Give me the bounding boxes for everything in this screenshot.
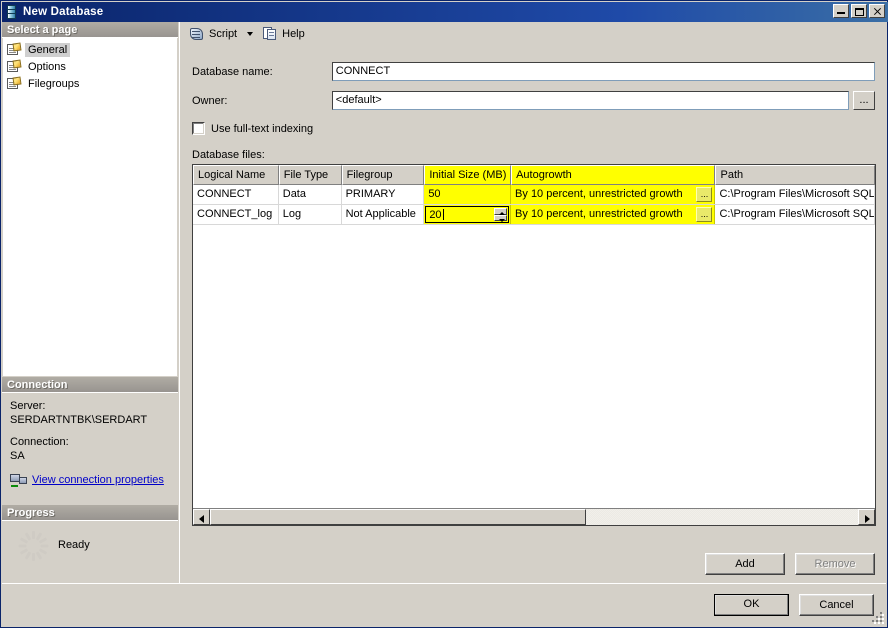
page-icon: [7, 76, 22, 90]
remove-button: Remove: [795, 553, 875, 575]
select-page-header: Select a page: [2, 22, 178, 38]
fulltext-indexing-label: Use full-text indexing: [211, 122, 314, 135]
cell-filegroup[interactable]: PRIMARY: [341, 185, 425, 204]
grid-actions: Add Remove: [705, 553, 875, 575]
table-row[interactable]: CONNECT Data PRIMARY 50 By 10 percent, u…: [193, 185, 875, 205]
database-name-input[interactable]: CONNECT: [331, 62, 875, 81]
window-title: New Database: [23, 6, 104, 18]
help-button[interactable]: Help: [259, 24, 309, 44]
cell-file-type[interactable]: Log: [278, 205, 342, 224]
cell-path[interactable]: C:\Program Files\Microsoft SQL S: [715, 205, 875, 224]
sidebar-item-general[interactable]: General: [5, 41, 177, 58]
add-button[interactable]: Add: [705, 553, 785, 575]
cell-filegroup[interactable]: Not Applicable: [341, 205, 425, 224]
connection-label: Connection:: [10, 436, 69, 448]
server-label: Server:: [10, 400, 46, 412]
resize-grip[interactable]: [870, 610, 884, 624]
column-header-file-type[interactable]: File Type: [278, 165, 342, 185]
scroll-right-icon[interactable]: [858, 509, 875, 525]
page-icon: [7, 42, 22, 56]
left-pane: Select a page General Options Filegroups: [2, 22, 178, 607]
sidebar-item-label: Filegroups: [28, 77, 80, 90]
scrollbar-track[interactable]: [210, 509, 858, 525]
cell-initial-size[interactable]: 50: [424, 185, 512, 204]
sidebar-item-label: Options: [28, 60, 66, 73]
cell-file-type[interactable]: Data: [278, 185, 342, 204]
sidebar-item-label: General: [25, 42, 71, 57]
dialog-footer: OK Cancel: [2, 583, 886, 626]
cell-autogrowth-text: By 10 percent, unrestricted growth: [515, 208, 683, 220]
owner-label: Owner:: [192, 94, 228, 107]
close-button[interactable]: [869, 4, 885, 18]
new-database-dialog: New Database Select a page General Optio…: [0, 0, 888, 628]
cancel-button[interactable]: Cancel: [799, 594, 874, 616]
column-header-autogrowth[interactable]: Autogrowth: [511, 165, 716, 185]
scrollbar-thumb[interactable]: [210, 509, 586, 525]
grid-horizontal-scrollbar[interactable]: [193, 508, 875, 525]
fulltext-indexing-checkbox[interactable]: [192, 122, 205, 135]
table-row[interactable]: CONNECT_log Log Not Applicable 20 By 10 …: [193, 205, 875, 225]
cell-autogrowth-text: By 10 percent, unrestricted growth: [515, 188, 683, 200]
owner-browse-button[interactable]: ...: [853, 91, 875, 110]
cell-logical-name[interactable]: CONNECT: [193, 185, 279, 204]
maximize-button[interactable]: [851, 4, 867, 18]
ok-button[interactable]: OK: [714, 594, 789, 616]
cell-path[interactable]: C:\Program Files\Microsoft SQL S: [715, 185, 875, 204]
grid-header-row: Logical Name File Type Filegroup Initial…: [193, 165, 875, 185]
text-caret: [442, 209, 444, 220]
scroll-left-icon[interactable]: [193, 509, 210, 525]
minimize-button[interactable]: [833, 4, 849, 18]
script-icon: [189, 27, 205, 42]
connection-info: Server: SERDARTNTBK\SERDART Connection: …: [2, 393, 178, 505]
help-label: Help: [282, 28, 305, 40]
fulltext-indexing-row[interactable]: Use full-text indexing: [192, 122, 887, 135]
stepper-down-icon[interactable]: [494, 214, 508, 221]
connection-header: Connection: [2, 377, 178, 393]
view-connection-properties-link[interactable]: View connection properties: [10, 473, 170, 487]
connection-properties-icon: [10, 473, 27, 487]
page-list: General Options Filegroups: [2, 38, 178, 377]
window-controls: [833, 4, 885, 18]
cell-autogrowth[interactable]: By 10 percent, unrestricted growth ...: [511, 205, 716, 224]
column-header-initial-size[interactable]: Initial Size (MB): [424, 165, 512, 185]
progress-status: Ready: [58, 539, 90, 551]
initial-size-value: 20: [429, 209, 442, 221]
database-files-grid: Logical Name File Type Filegroup Initial…: [192, 164, 876, 526]
script-label: Script: [209, 28, 238, 40]
quantity-stepper[interactable]: [494, 208, 508, 221]
cell-initial-size-editor[interactable]: 20: [424, 205, 512, 224]
page-icon: [7, 59, 22, 73]
connection-value: SA: [10, 450, 25, 462]
server-value: SERDARTNTBK\SERDART: [10, 414, 148, 426]
column-header-path[interactable]: Path: [715, 165, 875, 185]
cell-logical-name[interactable]: CONNECT_log: [193, 205, 279, 224]
owner-input[interactable]: <default>: [331, 91, 850, 110]
script-button[interactable]: Script: [185, 24, 241, 44]
database-name-label: Database name:: [192, 65, 273, 78]
title-bar: New Database: [2, 2, 888, 22]
sidebar-item-filegroups[interactable]: Filegroups: [5, 75, 177, 92]
database-files-label: Database files:: [192, 149, 265, 161]
autogrowth-browse-button[interactable]: ...: [696, 187, 713, 202]
column-header-logical-name[interactable]: Logical Name: [193, 165, 279, 185]
progress-header: Progress: [2, 505, 178, 521]
help-icon: [263, 27, 278, 41]
sidebar-item-options[interactable]: Options: [5, 58, 177, 75]
autogrowth-browse-button[interactable]: ...: [696, 207, 713, 222]
database-icon: [5, 5, 19, 19]
dialog-toolbar: Script Help: [180, 22, 887, 46]
view-connection-properties-label: View connection properties: [32, 474, 164, 486]
cell-autogrowth[interactable]: By 10 percent, unrestricted growth ...: [511, 185, 716, 204]
chevron-down-icon[interactable]: [247, 32, 254, 36]
right-pane: Script Help Database name: CONNECT Owner…: [179, 22, 887, 585]
column-header-filegroup[interactable]: Filegroup: [341, 165, 425, 185]
progress-spinner-icon: [18, 531, 48, 561]
dialog-buttons: OK Cancel: [714, 594, 874, 616]
